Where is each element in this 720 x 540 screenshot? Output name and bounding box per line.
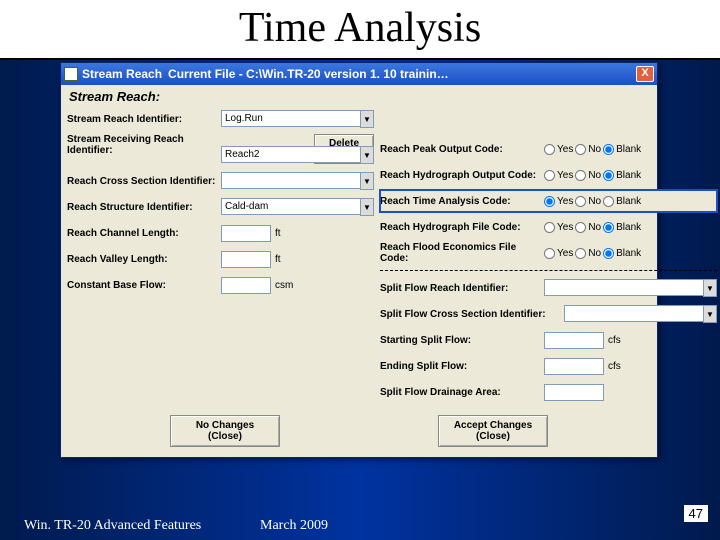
cross-section-label: Reach Cross Section Identifier: bbox=[67, 176, 217, 187]
flood-yes[interactable]: Yes bbox=[544, 248, 573, 259]
flood-econ-radios: Yes No Blank bbox=[544, 248, 717, 259]
hydro-output-label: Reach Hydrograph Output Code: bbox=[380, 170, 540, 181]
chevron-down-icon[interactable]: ▼ bbox=[360, 172, 374, 190]
time-blank[interactable]: Blank bbox=[603, 196, 641, 207]
valley-length-unit: ft bbox=[275, 254, 299, 265]
chevron-down-icon[interactable]: ▼ bbox=[360, 146, 374, 164]
split-reach-input[interactable] bbox=[544, 279, 703, 296]
section-title: Stream Reach: bbox=[61, 85, 657, 106]
page-number: 47 bbox=[684, 505, 708, 522]
hydro-file-label: Reach Hydrograph File Code: bbox=[380, 222, 540, 233]
reach-id-combo[interactable]: ▼ bbox=[221, 110, 374, 128]
flood-blank[interactable]: Blank bbox=[603, 248, 641, 259]
hydro-file-no[interactable]: No bbox=[575, 222, 601, 233]
accept-changes-button[interactable]: Accept Changes (Close) bbox=[438, 415, 548, 447]
split-cross-combo[interactable]: ▼ bbox=[564, 305, 717, 323]
chevron-down-icon[interactable]: ▼ bbox=[360, 198, 374, 216]
base-flow-label: Constant Base Flow: bbox=[67, 280, 217, 291]
cross-section-combo[interactable]: ▼ bbox=[221, 172, 374, 190]
hydro-out-yes[interactable]: Yes bbox=[544, 170, 573, 181]
drain-area-label: Split Flow Drainage Area: bbox=[380, 387, 540, 398]
flood-no[interactable]: No bbox=[575, 248, 601, 259]
peak-output-label: Reach Peak Output Code: bbox=[380, 144, 540, 155]
close-icon[interactable]: X bbox=[636, 66, 654, 82]
flood-econ-label: Reach Flood Economics File Code: bbox=[380, 242, 540, 264]
chevron-down-icon[interactable]: ▼ bbox=[360, 110, 374, 128]
right-column: Reach Peak Output Code: Yes No Blank Rea… bbox=[380, 108, 717, 403]
left-column: Stream Reach Identifier: ▼ Stream Receiv… bbox=[67, 108, 374, 403]
slide-title: Time Analysis bbox=[0, 0, 720, 52]
hydro-file-blank[interactable]: Blank bbox=[603, 222, 641, 233]
end-split-input[interactable] bbox=[544, 358, 604, 375]
peak-yes[interactable]: Yes bbox=[544, 144, 573, 155]
structure-combo[interactable]: ▼ bbox=[221, 198, 374, 216]
receiving-input[interactable] bbox=[221, 146, 360, 163]
channel-length-unit: ft bbox=[275, 228, 299, 239]
separator bbox=[380, 270, 717, 271]
base-flow-input[interactable] bbox=[221, 277, 271, 294]
channel-length-label: Reach Channel Length: bbox=[67, 228, 217, 239]
window-app-name: Stream Reach bbox=[82, 67, 162, 81]
valley-length-label: Reach Valley Length: bbox=[67, 254, 217, 265]
chevron-down-icon[interactable]: ▼ bbox=[703, 279, 717, 297]
structure-input[interactable] bbox=[221, 198, 360, 215]
app-icon bbox=[64, 67, 78, 81]
time-analysis-row: Reach Time Analysis Code: Yes No Blank bbox=[380, 190, 717, 212]
footer-left: Win. TR-20 Advanced Features bbox=[24, 518, 201, 534]
split-reach-label: Split Flow Reach Identifier: bbox=[380, 283, 540, 294]
start-split-unit: cfs bbox=[608, 335, 632, 346]
peak-no[interactable]: No bbox=[575, 144, 601, 155]
no-changes-button[interactable]: No Changes (Close) bbox=[170, 415, 280, 447]
split-reach-combo[interactable]: ▼ bbox=[544, 279, 717, 297]
cross-section-input[interactable] bbox=[221, 172, 360, 189]
end-split-unit: cfs bbox=[608, 361, 632, 372]
hydro-file-yes[interactable]: Yes bbox=[544, 222, 573, 233]
window-titlebar[interactable]: Stream Reach Current File - C:\Win.TR-20… bbox=[61, 63, 657, 85]
hydro-output-radios: Yes No Blank bbox=[544, 170, 717, 181]
split-cross-input[interactable] bbox=[564, 305, 703, 322]
start-split-input[interactable] bbox=[544, 332, 604, 349]
dialog-footer: No Changes (Close) Accept Changes (Close… bbox=[61, 409, 657, 457]
start-split-label: Starting Split Flow: bbox=[380, 335, 540, 346]
peak-output-radios: Yes No Blank bbox=[544, 144, 717, 155]
hydro-file-radios: Yes No Blank bbox=[544, 222, 717, 233]
peak-blank[interactable]: Blank bbox=[603, 144, 641, 155]
channel-length-input[interactable] bbox=[221, 225, 271, 242]
end-split-label: Ending Split Flow: bbox=[380, 361, 540, 372]
form-body: Stream Reach Identifier: ▼ Stream Receiv… bbox=[61, 106, 657, 409]
footer-date: March 2009 bbox=[260, 518, 328, 534]
hydro-out-no[interactable]: No bbox=[575, 170, 601, 181]
split-cross-label: Split Flow Cross Section Identifier: bbox=[380, 309, 560, 320]
time-yes[interactable]: Yes bbox=[544, 196, 573, 207]
structure-label: Reach Structure Identifier: bbox=[67, 202, 217, 213]
time-no[interactable]: No bbox=[575, 196, 601, 207]
window-file-label: Current File - C:\Win.TR-20 version 1. 1… bbox=[168, 67, 636, 81]
slide-title-area: Time Analysis bbox=[0, 0, 720, 60]
reach-id-input[interactable] bbox=[221, 110, 360, 127]
time-analysis-radios: Yes No Blank bbox=[544, 196, 717, 207]
chevron-down-icon[interactable]: ▼ bbox=[703, 305, 717, 323]
receiving-combo[interactable]: ▼ bbox=[221, 146, 374, 164]
valley-length-input[interactable] bbox=[221, 251, 271, 268]
drain-area-input[interactable] bbox=[544, 384, 604, 401]
stream-reach-window: Stream Reach Current File - C:\Win.TR-20… bbox=[60, 62, 658, 458]
hydro-out-blank[interactable]: Blank bbox=[603, 170, 641, 181]
time-analysis-label: Reach Time Analysis Code: bbox=[380, 196, 540, 207]
base-flow-unit: csm bbox=[275, 280, 299, 291]
slide-footer: Win. TR-20 Advanced Features March 2009 … bbox=[0, 512, 720, 540]
reach-id-label: Stream Reach Identifier: bbox=[67, 114, 217, 125]
